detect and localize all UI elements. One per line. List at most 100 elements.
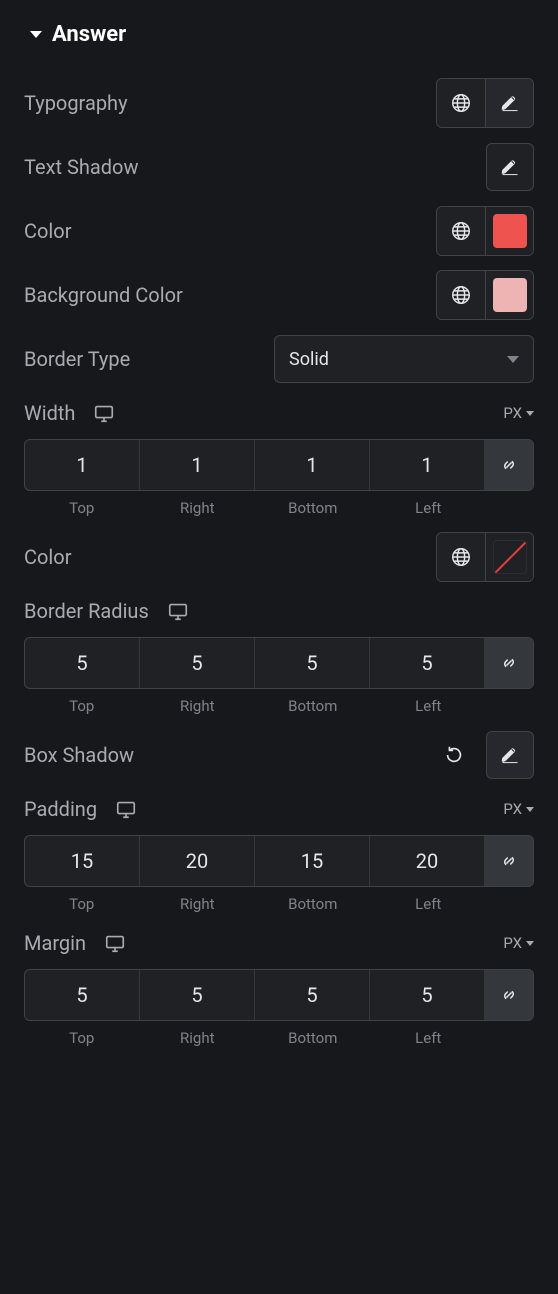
margin-link-button[interactable]	[485, 970, 533, 1020]
style-panel: Answer Typography Text Shadow Color	[0, 0, 558, 1065]
text-shadow-edit-button[interactable]	[486, 143, 534, 191]
border-radius-header: Border Radius	[24, 589, 534, 637]
margin-unit-toggle[interactable]: PX	[503, 934, 534, 952]
caret-down-icon	[30, 31, 42, 38]
sub-bottom: Bottom	[255, 499, 371, 517]
padding-sub-labels: Top Right Bottom Left	[24, 895, 534, 913]
reset-icon	[443, 744, 465, 766]
globe-icon	[450, 284, 472, 306]
globe-icon	[450, 220, 472, 242]
box-shadow-reset-button[interactable]	[430, 731, 478, 779]
sub-top: Top	[24, 895, 140, 913]
background-color-picker-button[interactable]	[485, 271, 533, 319]
radius-top-input[interactable]	[25, 650, 139, 676]
margin-unit: PX	[503, 934, 522, 952]
typography-buttons	[436, 78, 534, 128]
chevron-down-icon	[526, 941, 534, 946]
width-unit: PX	[503, 404, 522, 422]
color-globals-button[interactable]	[437, 207, 485, 255]
width-sub-labels: Top Right Bottom Left	[24, 499, 534, 517]
typography-label: Typography	[24, 91, 128, 115]
desktop-icon	[104, 932, 126, 954]
padding-unit-toggle[interactable]: PX	[503, 800, 534, 818]
radius-right-input[interactable]	[140, 650, 254, 676]
border-color-row: Color	[24, 525, 534, 589]
background-color-swatch	[493, 278, 527, 312]
margin-header: Margin PX	[24, 921, 534, 969]
box-shadow-row: Box Shadow	[24, 723, 534, 787]
border-color-label: Color	[24, 545, 71, 569]
typography-edit-button[interactable]	[485, 79, 533, 127]
link-icon	[499, 455, 519, 475]
radius-left-input[interactable]	[370, 650, 484, 676]
margin-left-input[interactable]	[370, 982, 484, 1008]
padding-right-input[interactable]	[140, 848, 254, 874]
sub-right: Right	[140, 1029, 256, 1047]
border-radius-responsive-button[interactable]	[167, 600, 189, 622]
margin-inputs	[24, 969, 534, 1021]
section-toggle-answer[interactable]: Answer	[24, 16, 534, 71]
padding-left-input[interactable]	[370, 848, 484, 874]
border-type-value: Solid	[289, 349, 329, 370]
sub-left: Left	[371, 697, 487, 715]
background-color-globals-button[interactable]	[437, 271, 485, 319]
section-title: Answer	[52, 22, 126, 47]
text-shadow-row: Text Shadow	[24, 135, 534, 199]
radius-bottom-input[interactable]	[255, 650, 369, 676]
width-inputs	[24, 439, 534, 491]
sub-top: Top	[24, 697, 140, 715]
width-right-input[interactable]	[140, 452, 254, 478]
margin-top-input[interactable]	[25, 982, 139, 1008]
margin-label: Margin	[24, 931, 86, 955]
desktop-icon	[167, 600, 189, 622]
sub-top: Top	[24, 499, 140, 517]
margin-right-input[interactable]	[140, 982, 254, 1008]
background-color-label: Background Color	[24, 283, 183, 307]
width-top-input[interactable]	[25, 452, 139, 478]
width-bottom-input[interactable]	[255, 452, 369, 478]
width-link-button[interactable]	[485, 440, 533, 490]
width-label: Width	[24, 401, 75, 425]
border-radius-label: Border Radius	[24, 599, 149, 623]
border-color-buttons	[436, 532, 534, 582]
width-unit-toggle[interactable]: PX	[503, 404, 534, 422]
desktop-icon	[115, 798, 137, 820]
box-shadow-label: Box Shadow	[24, 743, 134, 767]
typography-globals-button[interactable]	[437, 79, 485, 127]
border-type-label: Border Type	[24, 347, 130, 371]
background-color-buttons	[436, 270, 534, 320]
box-shadow-edit-button[interactable]	[486, 731, 534, 779]
pencil-icon	[500, 745, 520, 765]
border-type-select[interactable]: Solid	[274, 335, 534, 383]
padding-link-button[interactable]	[485, 836, 533, 886]
radius-link-button[interactable]	[485, 638, 533, 688]
no-color-swatch	[493, 540, 527, 574]
padding-top-input[interactable]	[25, 848, 139, 874]
chevron-down-icon	[507, 356, 519, 363]
sub-bottom: Bottom	[255, 697, 371, 715]
padding-responsive-button[interactable]	[115, 798, 137, 820]
margin-bottom-input[interactable]	[255, 982, 369, 1008]
padding-label: Padding	[24, 797, 97, 821]
globe-icon	[450, 92, 472, 114]
sub-bottom: Bottom	[255, 895, 371, 913]
margin-responsive-button[interactable]	[104, 932, 126, 954]
width-responsive-button[interactable]	[93, 402, 115, 424]
color-swatch	[493, 214, 527, 248]
width-left-input[interactable]	[370, 452, 484, 478]
desktop-icon	[93, 402, 115, 424]
pencil-icon	[500, 157, 520, 177]
link-icon	[499, 985, 519, 1005]
background-color-row: Background Color	[24, 263, 534, 327]
link-icon	[499, 851, 519, 871]
color-picker-button[interactable]	[485, 207, 533, 255]
border-type-row: Border Type Solid	[24, 327, 534, 391]
width-header: Width PX	[24, 391, 534, 439]
padding-bottom-input[interactable]	[255, 848, 369, 874]
padding-header: Padding PX	[24, 787, 534, 835]
border-color-picker-button[interactable]	[485, 533, 533, 581]
chevron-down-icon	[526, 807, 534, 812]
sub-bottom: Bottom	[255, 1029, 371, 1047]
border-color-globals-button[interactable]	[437, 533, 485, 581]
sub-left: Left	[371, 895, 487, 913]
